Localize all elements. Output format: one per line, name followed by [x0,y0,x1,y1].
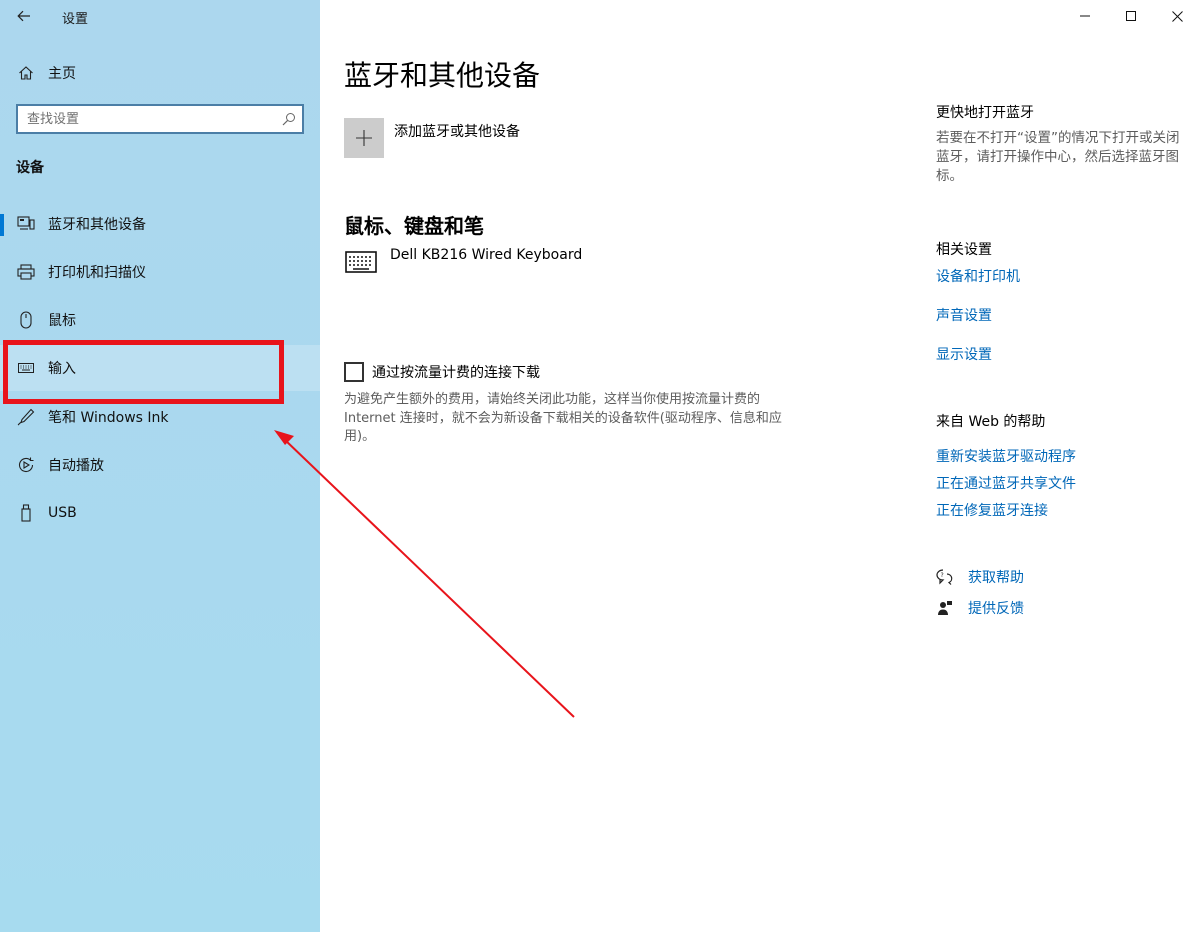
keyboard-icon [17,359,35,377]
keyboard-icon [344,246,378,278]
sidebar-item-label: USB [48,505,77,521]
quick-bluetooth-heading: 更快地打开蓝牙 [936,105,1034,121]
title-bar: 设置 [0,0,320,32]
feedback-link[interactable]: 提供反馈 [936,598,1024,618]
sidebar-item-mouse[interactable]: 鼠标 [0,298,320,342]
sidebar-item-autoplay[interactable]: 自动播放 [0,443,320,487]
bluetooth-devices-icon [17,215,35,233]
feedback-label: 提供反馈 [968,601,1024,617]
page-title: 蓝牙和其他设备 [344,59,541,92]
add-device-label: 添加蓝牙或其他设备 [394,124,520,140]
close-button[interactable] [1154,0,1200,32]
link-share-files[interactable]: 正在通过蓝牙共享文件 [936,473,1076,493]
usb-icon [17,504,35,522]
web-help-heading: 来自 Web 的帮助 [936,414,1046,430]
device-name: Dell KB216 Wired Keyboard [390,247,583,263]
metered-download-checkbox[interactable]: 通过按流量计费的连接下载 [344,362,540,382]
link-sound-settings[interactable]: 声音设置 [936,305,992,325]
related-settings-heading: 相关设置 [936,242,992,258]
metered-description: 为避免产生额外的费用，请始终关闭此功能，这样当你使用按流量计费的Internet… [344,392,782,444]
get-help-label: 获取帮助 [968,570,1024,586]
sidebar-item-pen[interactable]: 笔和 Windows Ink [0,395,320,439]
sidebar-item-label: 笔和 Windows Ink [48,410,169,426]
device-item[interactable]: Dell KB216 Wired Keyboard [344,246,582,278]
link-display-settings[interactable]: 显示设置 [936,344,992,364]
link-fix-connection[interactable]: 正在修复蓝牙连接 [936,500,1048,520]
pen-icon [17,408,35,426]
sidebar-item-bluetooth[interactable]: 蓝牙和其他设备 [0,202,320,246]
checkbox-label: 通过按流量计费的连接下载 [372,365,540,381]
add-device-button[interactable]: 添加蓝牙或其他设备 [344,118,520,158]
feedback-icon [936,599,954,617]
quick-bluetooth-text: 若要在不打开“设置”的情况下打开或关闭蓝牙，请打开操作中心，然后选择蓝牙图标。 [936,130,1180,184]
section-title: 设备 [16,160,44,176]
chat-help-icon: ? [936,568,954,586]
sidebar-item-label: 蓝牙和其他设备 [48,217,146,233]
minimize-icon [1080,15,1090,17]
sidebar-item-home[interactable]: 主页 [0,57,320,89]
printer-icon [17,263,35,281]
search-box [16,104,304,134]
sidebar-item-label: 鼠标 [48,313,76,329]
autoplay-icon [17,456,35,474]
link-devices-printers[interactable]: 设备和打印机 [936,266,1020,286]
close-icon [1171,10,1183,22]
back-button[interactable] [10,4,38,28]
search-input[interactable] [18,106,276,132]
get-help-link[interactable]: ? 获取帮助 [936,567,1024,587]
sidebar-item-printers[interactable]: 打印机和扫描仪 [0,250,320,294]
mouse-icon [17,311,35,329]
sidebar: 设置 主页 设备 蓝牙和其他设备 打印机和扫描仪 鼠标 [0,0,320,932]
app-title: 设置 [62,12,89,27]
maximize-icon [1126,11,1136,21]
window-controls [1062,0,1200,32]
sidebar-item-usb[interactable]: USB [0,491,320,535]
sidebar-item-typing[interactable]: 输入 [0,345,320,391]
checkbox[interactable] [344,362,364,382]
plus-icon [356,130,372,146]
search-icon[interactable] [276,106,302,132]
back-arrow-icon [17,10,30,22]
svg-text:?: ? [941,572,944,579]
home-icon [17,64,35,82]
minimize-button[interactable] [1062,0,1108,32]
input-devices-heading: 鼠标、键盘和笔 [344,214,484,238]
link-reinstall-driver[interactable]: 重新安装蓝牙驱动程序 [936,446,1076,466]
sidebar-item-label: 打印机和扫描仪 [48,265,146,281]
sidebar-item-label: 自动播放 [48,458,104,474]
maximize-button[interactable] [1108,0,1154,32]
add-tile [344,118,384,158]
sidebar-item-label: 主页 [48,66,76,82]
sidebar-item-label: 输入 [48,361,76,377]
